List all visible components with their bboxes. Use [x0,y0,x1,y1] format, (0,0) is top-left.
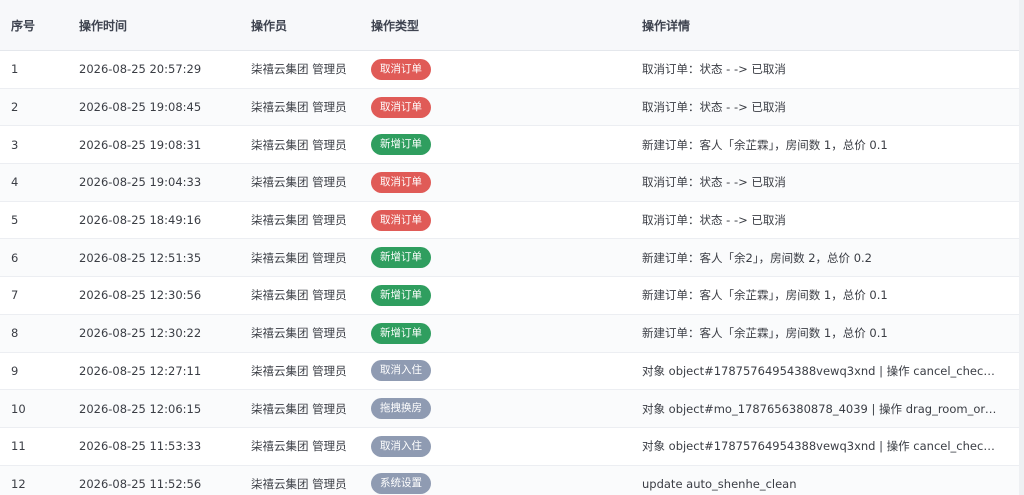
row-operator: 柒禧云集团 管理员 [240,352,360,391]
row-detail: 新建订单：客人「余2」，房间数 2，总价 0.2 [631,238,1019,278]
table-row[interactable]: 6 2026-08-25 12:51:35 柒禧云集团 管理员 新增订单 新建订单：客人… [0,238,1019,278]
operation-type-badge: 系统设置 [371,473,431,495]
row-detail: 新建订单：客人「余芷霖」，房间数 1，总价 0.1 [631,276,1019,315]
row-type: 新增订单 [360,314,631,353]
row-type: 取消入住 [360,352,631,391]
row-time: 2026-08-25 20:57:29 [68,50,240,89]
row-index: 7 [0,276,68,315]
operation-log-table: 序号 操作时间 操作员 操作类型 操作详情 1 2026-08-25 20:57:… [0,0,1019,495]
row-detail: 新建订单：客人「余芷霖」，房间数 1，总价 0.1 [631,314,1019,353]
row-type: 取消订单 [360,201,631,240]
row-index: 1 [0,50,68,89]
header-type: 操作类型 [360,0,631,51]
row-time: 2026-08-25 12:27:11 [68,352,240,391]
table-body: 1 2026-08-25 20:57:29 柒禧云集团 管理员 取消订单 取消订单：状态… [0,50,1019,495]
row-index: 4 [0,163,68,202]
row-operator: 柒禧云集团 管理员 [240,88,360,127]
row-operator: 柒禧云集团 管理员 [240,427,360,466]
row-time: 2026-08-25 12:30:56 [68,276,240,315]
row-time: 2026-08-25 18:49:16 [68,201,240,240]
operation-type-badge: 取消入住 [371,435,431,457]
row-index: 6 [0,238,68,278]
row-type: 拖拽换房 [360,389,631,428]
row-time: 2026-08-25 12:30:22 [68,314,240,353]
header-operator: 操作员 [240,0,360,51]
row-operator: 柒禧云集团 管理员 [240,465,360,495]
row-type: 新增订单 [360,125,631,165]
row-time: 2026-08-25 12:06:15 [68,389,240,428]
row-time: 2026-08-25 19:08:45 [68,88,240,127]
table-row[interactable]: 1 2026-08-25 20:57:29 柒禧云集团 管理员 取消订单 取消订单：状态… [0,50,1019,89]
row-operator: 柒禧云集团 管理员 [240,389,360,428]
operation-type-badge: 取消入住 [371,360,431,382]
row-time: 2026-08-25 11:53:33 [68,427,240,466]
operation-type-badge: 取消订单 [371,58,431,80]
vertical-scrollbar[interactable] [1019,0,1024,495]
table-row[interactable]: 4 2026-08-25 19:04:33 柒禧云集团 管理员 取消订单 取消订单：状态… [0,163,1019,202]
row-detail: 对象 object#17875764954388vewq3xnd | 操作 ca… [631,427,1019,466]
operation-type-badge: 新增订单 [371,322,431,344]
table-row[interactable]: 5 2026-08-25 18:49:16 柒禧云集团 管理员 取消订单 取消订单：状态… [0,201,1019,240]
table-row[interactable]: 2 2026-08-25 19:08:45 柒禧云集团 管理员 取消订单 取消订单：状态… [0,88,1019,127]
row-detail: 取消订单：状态 - -> 已取消 [631,50,1019,89]
row-operator: 柒禧云集团 管理员 [240,163,360,202]
table-row[interactable]: 9 2026-08-25 12:27:11 柒禧云集团 管理员 取消入住 对象 obje… [0,352,1019,391]
operation-type-badge: 取消订单 [371,171,431,193]
row-time: 2026-08-25 19:04:33 [68,163,240,202]
row-index: 5 [0,201,68,240]
row-operator: 柒禧云集团 管理员 [240,238,360,278]
header-row: 序号 操作时间 操作员 操作类型 操作详情 [0,0,1019,51]
row-index: 3 [0,125,68,165]
row-detail: 取消订单：状态 - -> 已取消 [631,88,1019,127]
table-row[interactable]: 10 2026-08-25 12:06:15 柒禧云集团 管理员 拖拽换房 对象 obj… [0,389,1019,428]
table-row[interactable]: 3 2026-08-25 19:08:31 柒禧云集团 管理员 新增订单 新建订单：客人… [0,125,1019,165]
row-type: 取消订单 [360,50,631,89]
row-operator: 柒禧云集团 管理员 [240,314,360,353]
row-type: 新增订单 [360,276,631,315]
row-index: 10 [0,389,68,428]
header-time: 操作时间 [68,0,240,51]
row-operator: 柒禧云集团 管理员 [240,50,360,89]
operation-type-badge: 新增订单 [371,247,431,269]
row-index: 9 [0,352,68,391]
header-index: 序号 [0,0,68,51]
operation-type-badge: 新增订单 [371,134,431,156]
operation-type-badge: 拖拽换房 [371,398,431,420]
row-detail: 取消订单：状态 - -> 已取消 [631,163,1019,202]
operation-type-badge: 新增订单 [371,284,431,306]
table-row[interactable]: 12 2026-08-25 11:52:56 柒禧云集团 管理员 系统设置 update… [0,465,1019,495]
row-operator: 柒禧云集团 管理员 [240,125,360,165]
row-type: 取消订单 [360,88,631,127]
row-time: 2026-08-25 11:52:56 [68,465,240,495]
row-operator: 柒禧云集团 管理员 [240,201,360,240]
operation-type-badge: 取消订单 [371,96,431,118]
row-detail: 新建订单：客人「余芷霖」，房间数 1，总价 0.1 [631,125,1019,165]
row-time: 2026-08-25 19:08:31 [68,125,240,165]
row-detail: update auto_shenhe_clean [631,465,1019,495]
row-time: 2026-08-25 12:51:35 [68,238,240,278]
row-detail: 对象 object#mo_1787656380878_4039 | 操作 dra… [631,389,1019,428]
row-index: 8 [0,314,68,353]
row-operator: 柒禧云集团 管理员 [240,276,360,315]
row-type: 取消入住 [360,427,631,466]
row-index: 11 [0,427,68,466]
header-detail: 操作详情 [631,0,1019,51]
table-header: 序号 操作时间 操作员 操作类型 操作详情 [0,0,1019,51]
row-index: 2 [0,88,68,127]
row-index: 12 [0,465,68,495]
row-type: 取消订单 [360,163,631,202]
row-detail: 对象 object#17875764954388vewq3xnd | 操作 ca… [631,352,1019,391]
row-type: 系统设置 [360,465,631,495]
table-row[interactable]: 7 2026-08-25 12:30:56 柒禧云集团 管理员 新增订单 新建订单：客人… [0,276,1019,315]
operation-type-badge: 取消订单 [371,209,431,231]
operation-log-panel: 序号 操作时间 操作员 操作类型 操作详情 1 2026-08-25 20:57:… [0,0,1020,495]
table-row[interactable]: 8 2026-08-25 12:30:22 柒禧云集团 管理员 新增订单 新建订单：客人… [0,314,1019,353]
row-detail: 取消订单：状态 - -> 已取消 [631,201,1019,240]
row-type: 新增订单 [360,238,631,278]
table-row[interactable]: 11 2026-08-25 11:53:33 柒禧云集团 管理员 取消入住 对象 obj… [0,427,1019,466]
